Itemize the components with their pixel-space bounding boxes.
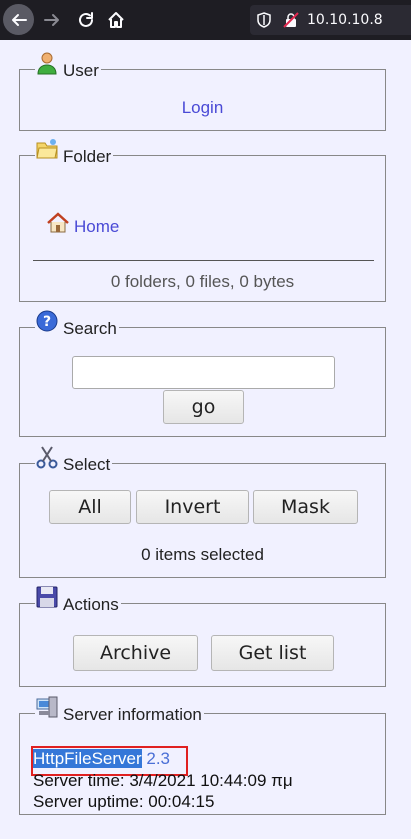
folder-panel: Folder Home 0 folders, 0 files, 0 bytes bbox=[19, 139, 386, 302]
help-icon: ? bbox=[35, 309, 59, 333]
svg-text:?: ? bbox=[43, 314, 51, 330]
folder-home-icon bbox=[46, 211, 70, 240]
browser-toolbar: 10.10.10.8 bbox=[0, 0, 411, 40]
select-mask-button[interactable]: Mask bbox=[253, 490, 358, 524]
select-invert-button[interactable]: Invert bbox=[136, 490, 249, 524]
home-link[interactable]: Home bbox=[74, 217, 119, 237]
floppy-disk-icon bbox=[35, 585, 59, 609]
folder-panel-legend: Folder bbox=[35, 139, 113, 167]
search-go-button[interactable]: go bbox=[163, 390, 244, 424]
search-panel-title: Search bbox=[63, 319, 117, 338]
user-panel-title: User bbox=[63, 61, 99, 80]
selection-status: 0 items selected bbox=[141, 545, 264, 564]
server-panel-title: Server information bbox=[63, 705, 202, 724]
select-panel: Select All Invert Mask 0 items selected bbox=[19, 446, 386, 578]
folder-divider bbox=[33, 260, 374, 261]
user-panel-legend: User bbox=[35, 52, 101, 81]
server-uptime: Server uptime: 00:04:15 bbox=[33, 792, 215, 811]
reload-button[interactable] bbox=[72, 6, 100, 34]
archive-button[interactable]: Archive bbox=[73, 635, 198, 671]
forward-button[interactable] bbox=[38, 6, 66, 34]
server-icon bbox=[35, 695, 59, 719]
search-panel: ? Search go bbox=[19, 310, 386, 437]
back-button[interactable] bbox=[3, 4, 34, 35]
actions-panel-legend: Actions bbox=[35, 586, 121, 615]
home-button[interactable] bbox=[102, 6, 130, 34]
server-version: 2.3 bbox=[146, 749, 171, 768]
shield-icon[interactable] bbox=[256, 12, 272, 28]
home-icon bbox=[108, 12, 124, 28]
select-all-button[interactable]: All bbox=[49, 490, 131, 524]
actions-panel-title: Actions bbox=[63, 595, 119, 614]
user-panel: User Login bbox=[19, 52, 386, 131]
reload-icon bbox=[79, 12, 93, 27]
back-arrow-icon bbox=[11, 13, 27, 26]
server-info-panel: Server information HttpFileServer 2.3 Se… bbox=[19, 696, 386, 815]
url-text[interactable]: 10.10.10.8 bbox=[307, 12, 383, 28]
scissors-icon bbox=[35, 445, 59, 469]
select-panel-legend: Select bbox=[35, 446, 112, 475]
select-panel-title: Select bbox=[63, 455, 111, 474]
server-panel-legend: Server information bbox=[35, 696, 204, 725]
forward-arrow-icon bbox=[44, 14, 59, 26]
user-icon bbox=[35, 51, 59, 75]
server-time: Server time: 3/4/2021 10:44:09 πμ bbox=[33, 771, 293, 790]
folder-icon bbox=[35, 137, 59, 161]
login-link[interactable]: Login bbox=[182, 98, 224, 117]
search-panel-legend: ? Search bbox=[35, 310, 119, 339]
folder-stats: 0 folders, 0 files, 0 bytes bbox=[110, 272, 295, 291]
url-bar[interactable]: 10.10.10.8 bbox=[250, 5, 411, 35]
insecure-lock-icon[interactable] bbox=[283, 12, 299, 28]
server-product-link[interactable]: HttpFileServer bbox=[33, 749, 142, 768]
get-list-button[interactable]: Get list bbox=[211, 635, 334, 671]
folder-panel-title: Folder bbox=[63, 147, 112, 166]
search-input[interactable] bbox=[72, 356, 335, 389]
actions-panel: Actions Archive Get list bbox=[19, 586, 386, 687]
